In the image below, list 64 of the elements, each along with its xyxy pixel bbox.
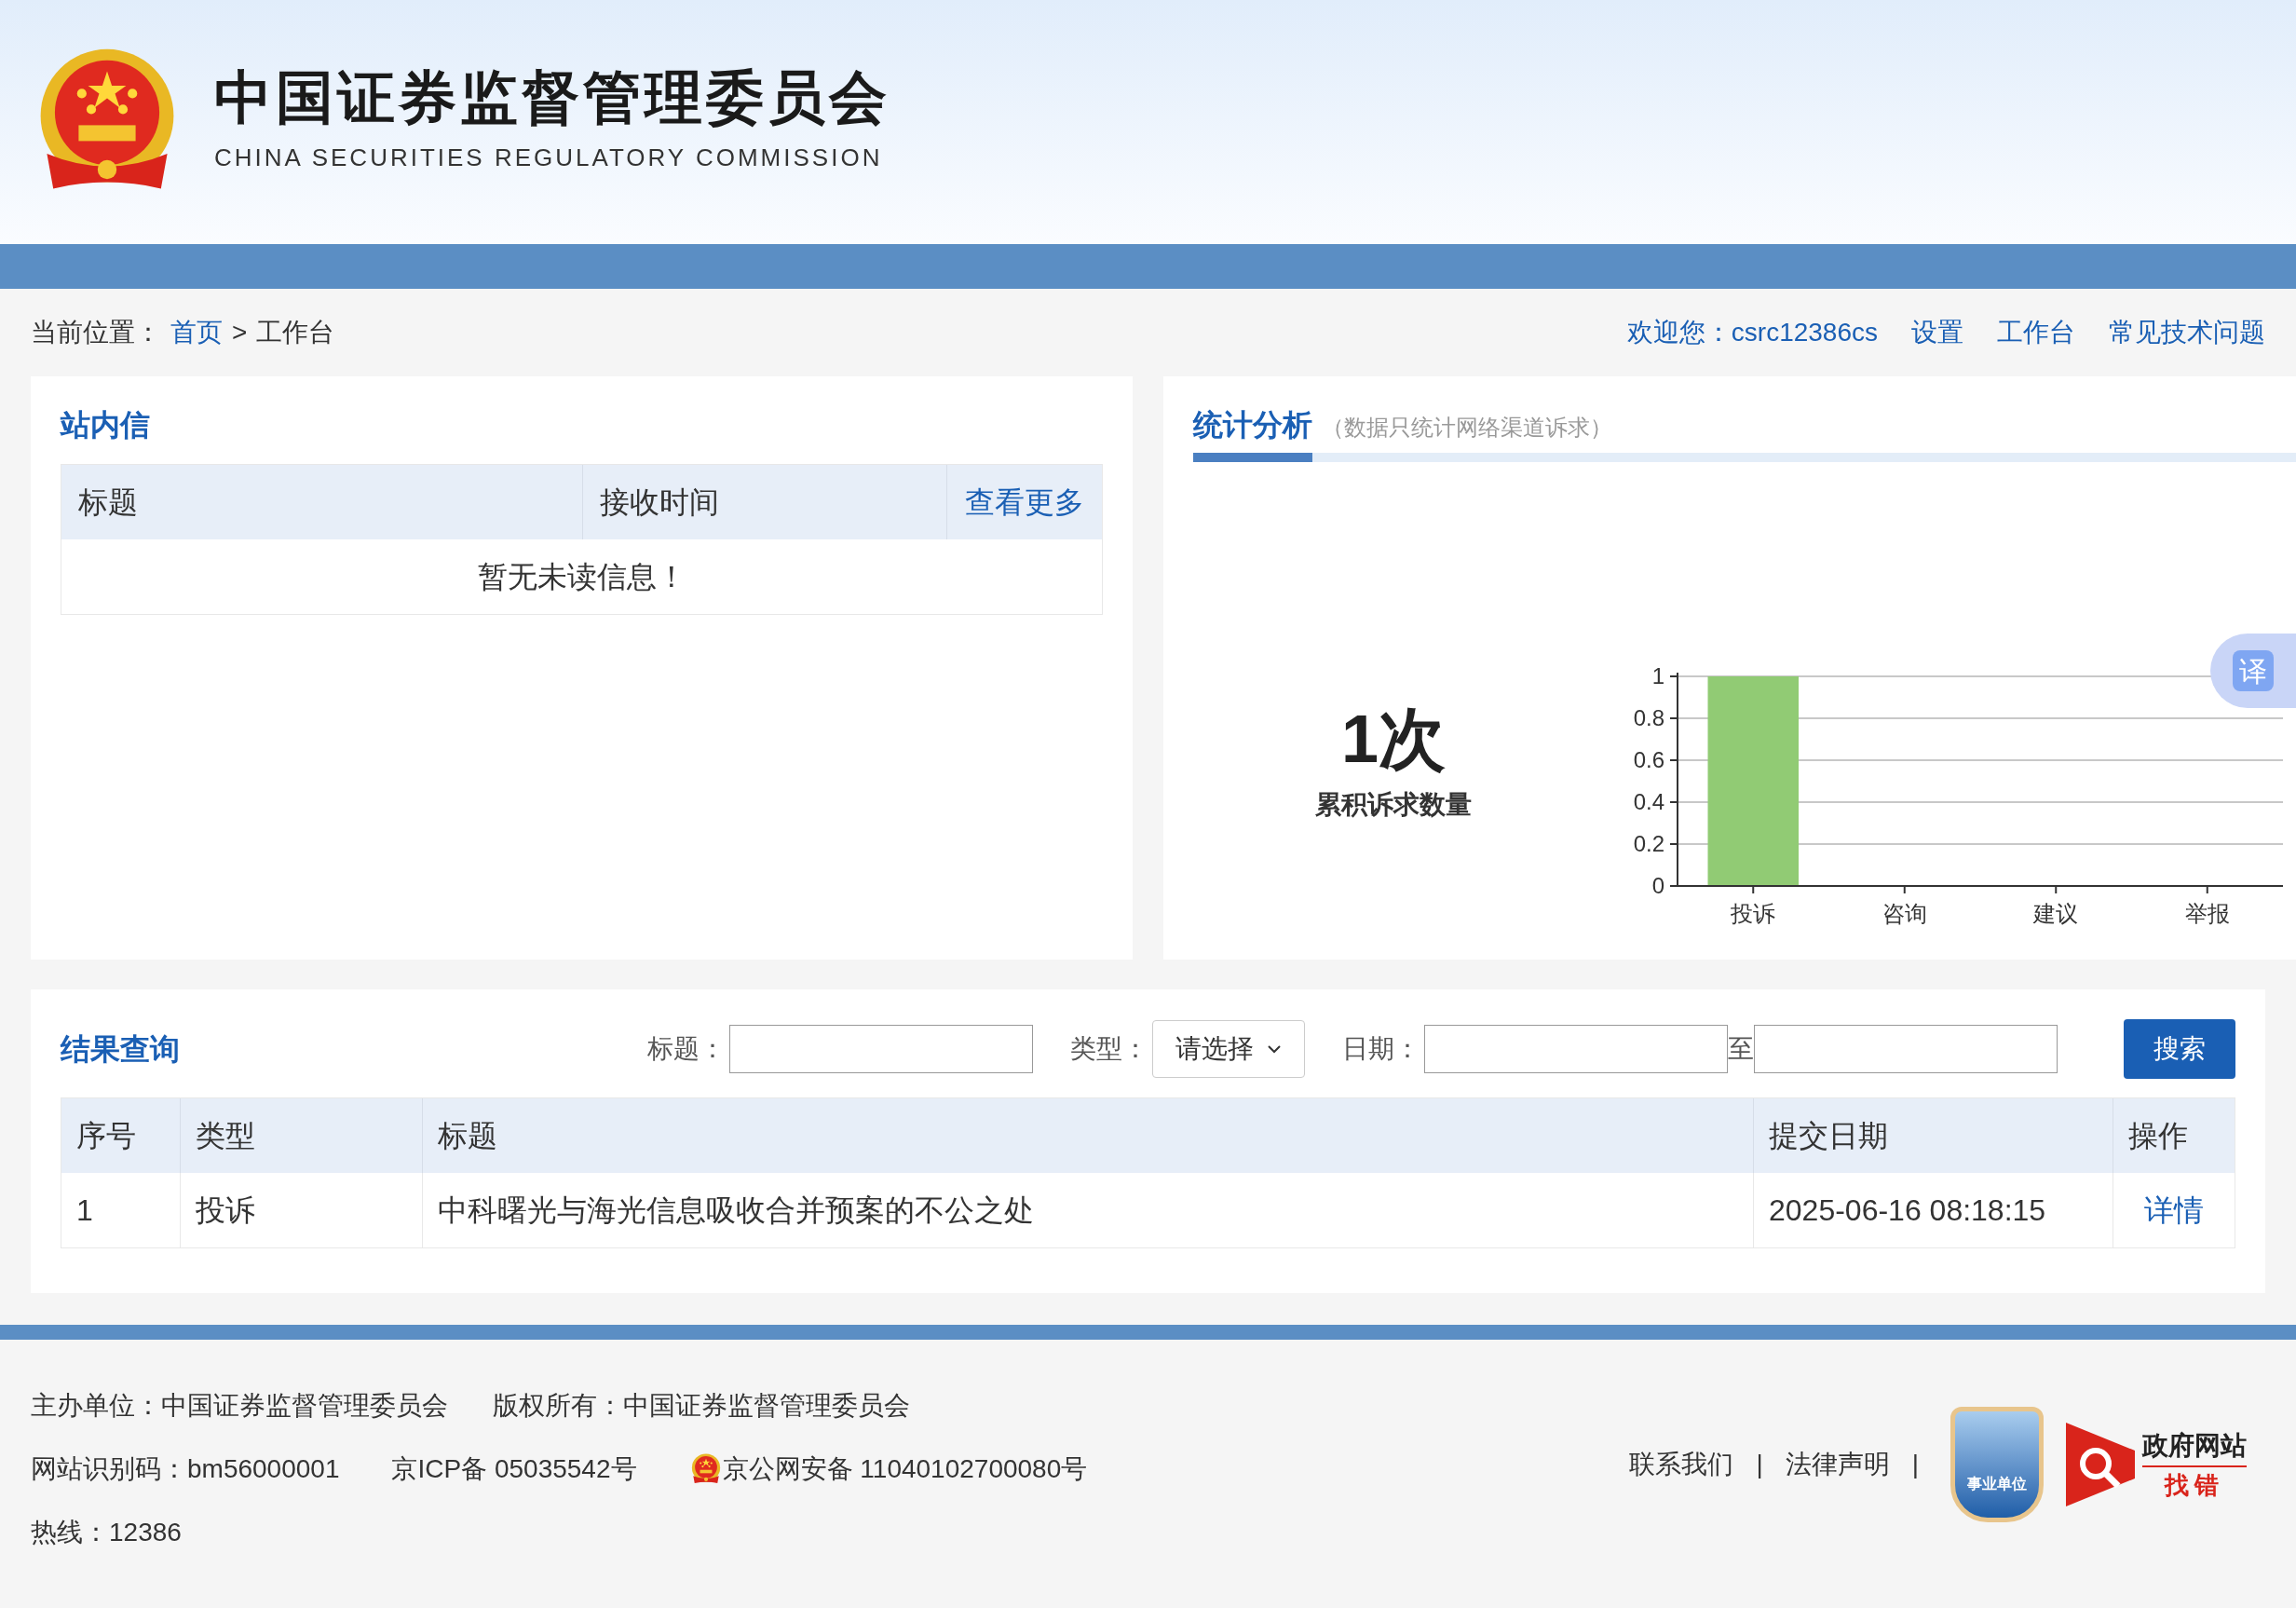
empty-message: 暂无未读信息！ [477, 559, 686, 595]
breadcrumb-current: 工作台 [256, 317, 335, 348]
footer-text: 京ICP备 05035542号 [391, 1453, 637, 1485]
total-label: 累积诉求数量 [1315, 789, 1472, 821]
field-label: 日期： [1342, 1033, 1420, 1065]
column-header: 标题 [423, 1098, 1754, 1173]
footer-text: 网站识别码：bm56000001 [31, 1453, 340, 1485]
breadcrumb-label: 当前位置： [31, 317, 161, 348]
axis-label: 咨询 [1882, 901, 1927, 926]
date-field[interactable] [1754, 1025, 2058, 1073]
axis-label: 0 [1651, 873, 1664, 898]
column-header: 操作 [2127, 1118, 2189, 1154]
title-field[interactable] [729, 1025, 1033, 1073]
field-label: 类型： [1070, 1033, 1148, 1065]
details-link[interactable]: 详情 [2144, 1188, 2204, 1233]
site-title: 中国证券监督管理委员会 [214, 68, 890, 127]
axis-label: 0.8 [1633, 705, 1664, 730]
footer-text: 热线：12386 [31, 1517, 183, 1548]
column-header: 序号 [61, 1098, 181, 1173]
footer-link[interactable]: 法律声明 [1785, 1445, 1890, 1484]
nav-link[interactable]: 设置 [1911, 313, 1963, 352]
panel-title: 结果查询 [61, 1031, 181, 1068]
gov-site-title: 政府网站 [2142, 1425, 2247, 1467]
axis-label: 0.6 [1633, 747, 1664, 772]
site-subtitle: CHINA SECURITIES REGULATORY COMMISSION [214, 142, 884, 173]
panel-title: 站内信 [61, 407, 151, 443]
footer-link[interactable]: 联系我们 [1629, 1445, 1734, 1484]
date-field[interactable] [1424, 1025, 1728, 1073]
link-separator: | [1756, 1449, 1763, 1480]
column-header: 接收时间 [583, 465, 947, 539]
nav-link[interactable]: 常见技术问题 [2109, 313, 2265, 352]
axis-label: 0.4 [1633, 789, 1664, 814]
link-separator: | [1911, 1449, 1919, 1480]
total-count: 1次 [1340, 705, 1446, 772]
field-label: 标题： [647, 1033, 726, 1065]
panel-title: 统计分析 [1193, 407, 1312, 443]
search-button[interactable]: 搜索 [2124, 1019, 2235, 1079]
axis-label: 举报 [2184, 901, 2230, 926]
footer-text: 京公网安备 11040102700080号 [722, 1453, 1088, 1485]
table-cell: 1 [61, 1173, 181, 1247]
chevron-down-icon [1267, 1044, 1282, 1054]
breadcrumb-separator: > [232, 317, 248, 348]
panel-note: （数据只统计网络渠道诉求） [1322, 414, 1612, 442]
nav-link[interactable]: 工作台 [1997, 313, 2075, 352]
table-cell: 2025-06-16 08:18:15 [1754, 1173, 2113, 1247]
column-header: 标题 [61, 465, 583, 539]
column-header: 提交日期 [1754, 1098, 2113, 1173]
axis-label: 建议 [2033, 901, 2079, 926]
gov-site-subtitle: 找错 [2165, 1469, 2224, 1501]
table-cell: 投诉 [181, 1173, 423, 1247]
axis-label: 投诉 [1731, 901, 1776, 926]
footer-text: 版权所有：中国证券监督管理委员会 [493, 1390, 910, 1422]
type-select[interactable]: 请选择 [1152, 1020, 1305, 1078]
footer-text: 主办单位：中国证券监督管理委员会 [31, 1390, 448, 1422]
axis-label: 1 [1651, 663, 1664, 688]
breadcrumb-link[interactable]: 首页 [170, 313, 223, 352]
axis-label: 0.2 [1633, 831, 1664, 856]
table-cell: 中科曙光与海光信息吸收合并预案的不公之处 [423, 1173, 1754, 1247]
welcome-text: 欢迎您：csrc12386cs [1626, 317, 1878, 348]
date-separator: 至 [1728, 1033, 1754, 1065]
more-link[interactable]: 查看更多 [947, 465, 1102, 539]
institution-badge[interactable]: 事业单位 [1950, 1407, 2044, 1522]
column-header: 类型 [181, 1098, 423, 1173]
magnifier-icon [2066, 1423, 2135, 1506]
